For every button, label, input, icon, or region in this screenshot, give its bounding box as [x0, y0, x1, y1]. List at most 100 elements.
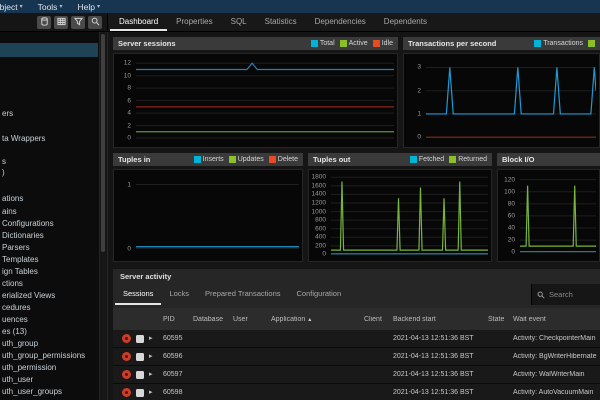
- y-tick-label: 1200: [312, 200, 326, 207]
- tab-dependents[interactable]: Dependents: [375, 13, 436, 31]
- activity-tab-locks[interactable]: Locks: [161, 284, 197, 305]
- menu-tools[interactable]: Tools▾: [38, 2, 63, 12]
- tree-item-selected[interactable]: [0, 43, 98, 57]
- legend-item: Inserts: [194, 156, 224, 163]
- tree-item[interactable]: uth_group_permissions: [2, 350, 98, 361]
- tree-item[interactable]: ): [2, 167, 98, 178]
- column-header-user[interactable]: User: [229, 316, 267, 323]
- filter-button[interactable]: [71, 16, 85, 29]
- tree-item[interactable]: Configurations: [2, 218, 98, 229]
- chart-body-server-sessions: 024681012: [113, 53, 398, 148]
- tree-item[interactable]: uences: [2, 314, 98, 325]
- legend-item: Idle: [373, 40, 393, 47]
- column-header-state[interactable]: State: [484, 316, 509, 323]
- tree-item[interactable]: Templates: [2, 254, 98, 265]
- tree-item[interactable]: Dictionaries: [2, 230, 98, 241]
- tree-item[interactable]: uth_user: [2, 374, 98, 385]
- tree-item[interactable]: uth_permission: [2, 362, 98, 373]
- terminate-session-icon[interactable]: [122, 334, 131, 343]
- cancel-query-icon[interactable]: [136, 371, 144, 379]
- chevron-down-icon: ▾: [59, 3, 62, 10]
- y-tick-label: 2: [417, 87, 421, 94]
- column-header-database[interactable]: Database: [189, 316, 229, 323]
- panel-header-transactions-per-second: Transactions per secondTransactions: [403, 37, 600, 50]
- column-header-client[interactable]: Client: [360, 316, 389, 323]
- chart-body-transactions-per-second: 0123: [403, 53, 600, 148]
- table-row[interactable]: ▸605972021-04-13 12:51:36 BSTActivity: W…: [113, 366, 600, 384]
- dashboard-panel: Server sessionsTotalActiveIdle024681012T…: [108, 32, 600, 400]
- table-row[interactable]: ▸605962021-04-13 12:51:36 BSTActivity: B…: [113, 348, 600, 366]
- search-button[interactable]: [88, 16, 102, 29]
- tree-item[interactable]: es (13): [2, 326, 98, 337]
- y-tick-label: 1: [127, 181, 131, 188]
- search-box[interactable]: [531, 284, 600, 305]
- tab-statistics[interactable]: Statistics: [256, 13, 306, 31]
- legend-swatch-icon: [311, 40, 318, 47]
- tree-item[interactable]: uth_user_groups: [2, 386, 98, 397]
- tab-properties[interactable]: Properties: [167, 13, 221, 31]
- terminate-session-icon[interactable]: [122, 388, 131, 397]
- expand-row-icon[interactable]: ▸: [149, 335, 153, 342]
- row-actions-cell: ▸: [113, 352, 159, 361]
- sidebar-scrollbar-thumb[interactable]: [101, 34, 105, 252]
- tree-item[interactable]: ations: [2, 193, 98, 204]
- cell-wait-event: Activity: WalWriterMain: [509, 371, 600, 378]
- column-header-application[interactable]: Application▴: [267, 316, 360, 323]
- y-axis-labels: 0123: [404, 57, 424, 143]
- tree-item[interactable]: Parsers: [2, 242, 98, 253]
- tab-dashboard[interactable]: Dashboard: [110, 13, 167, 31]
- y-tick-label: 20: [508, 237, 515, 244]
- cancel-query-icon[interactable]: [136, 389, 144, 397]
- view-data-button[interactable]: [54, 16, 68, 29]
- column-header-wait-event[interactable]: Wait event: [509, 316, 600, 323]
- y-tick-label: 1600: [312, 182, 326, 189]
- expand-row-icon[interactable]: ▸: [149, 353, 153, 360]
- activity-tab-sessions[interactable]: Sessions: [115, 284, 161, 305]
- activity-tab-prepared-transactions[interactable]: Prepared Transactions: [197, 284, 288, 305]
- chart-body-tuples-out: 020040060080010001200140016001800: [308, 169, 492, 262]
- chart-body-block-io: 020406080100120: [497, 169, 600, 262]
- pgadmin-window: Object▾ Tools▾ Help▾ DashboardPropertiesSQ…: [0, 0, 600, 400]
- tree-item[interactable]: s: [2, 156, 98, 167]
- menu-help[interactable]: Help▾: [77, 2, 100, 12]
- panel-title-server-sessions: Server sessions: [118, 39, 176, 48]
- y-tick-label: 12: [124, 60, 131, 67]
- tree-item[interactable]: ains: [2, 206, 98, 217]
- cancel-query-icon[interactable]: [136, 335, 144, 343]
- tree-item[interactable]: ign Tables: [2, 266, 98, 277]
- tree-item[interactable]: cedures: [2, 302, 98, 313]
- tree-item[interactable]: erialized Views: [2, 290, 98, 301]
- sidebar-scrollbar[interactable]: [99, 32, 107, 400]
- search-input[interactable]: [549, 290, 595, 299]
- panel-title-tuples-out: Tuples out: [313, 155, 350, 164]
- terminate-session-icon[interactable]: [122, 370, 131, 379]
- table-row[interactable]: ▸605952021-04-13 12:51:36 BSTActivity: C…: [113, 330, 600, 348]
- menu-object[interactable]: Object▾: [0, 2, 23, 12]
- cancel-query-icon[interactable]: [136, 353, 144, 361]
- y-tick-label: 600: [315, 225, 326, 232]
- legend-swatch-icon: [449, 156, 456, 163]
- terminate-session-icon[interactable]: [122, 352, 131, 361]
- table-row[interactable]: ▸605982021-04-13 12:51:36 BSTActivity: A…: [113, 384, 600, 400]
- panel-header-tuples-in: Tuples inInsertsUpdatesDelete: [113, 153, 303, 166]
- row-actions-cell: ▸: [113, 388, 159, 397]
- column-header-pid[interactable]: PID: [159, 316, 189, 323]
- tab-dependencies[interactable]: Dependencies: [306, 13, 375, 31]
- y-tick-label: 0: [417, 134, 421, 141]
- y-tick-label: 400: [315, 234, 326, 241]
- expand-row-icon[interactable]: ▸: [149, 389, 153, 396]
- activity-tab-configuration[interactable]: Configuration: [289, 284, 350, 305]
- tree-item[interactable]: ctions: [2, 278, 98, 289]
- y-tick-label: 100: [504, 188, 515, 195]
- query-tool-button[interactable]: [37, 16, 51, 29]
- tree-item[interactable]: ers: [2, 108, 98, 119]
- expand-row-icon[interactable]: ▸: [149, 371, 153, 378]
- query-tool-icon: [40, 13, 49, 31]
- y-tick-label: 40: [508, 224, 515, 231]
- legend-item: Updates: [229, 156, 264, 163]
- tree-item[interactable]: uth_group: [2, 338, 98, 349]
- tab-sql[interactable]: SQL: [222, 13, 256, 31]
- tree-item[interactable]: ta Wrappers: [2, 133, 98, 144]
- chart-plot-transactions-per-second: [426, 57, 596, 143]
- column-header-backend-start[interactable]: Backend start: [389, 316, 484, 323]
